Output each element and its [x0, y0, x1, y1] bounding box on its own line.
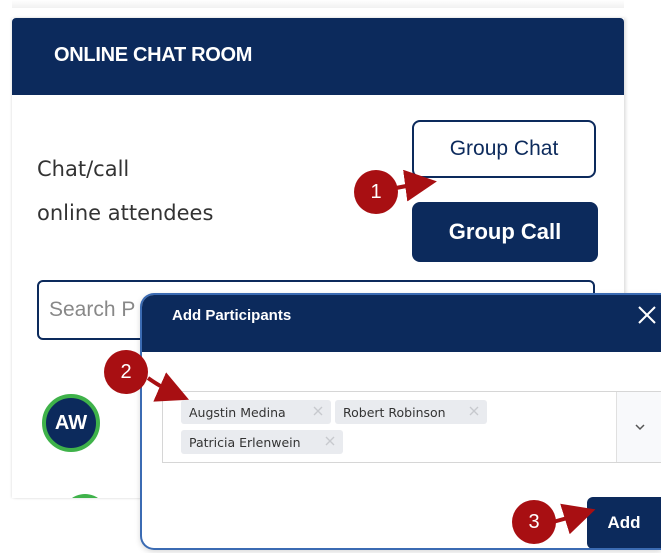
callout-marker-2: 2 — [104, 350, 148, 394]
callout-marker-1: 1 — [354, 170, 398, 214]
callout-arrows — [146, 169, 596, 535]
callout-marker-3: 3 — [512, 500, 556, 544]
